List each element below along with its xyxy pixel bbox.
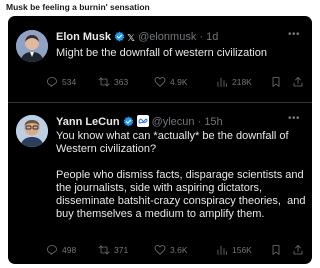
like-icon (154, 77, 166, 87)
reply-count: 498 (62, 245, 77, 255)
reply-count: 534 (62, 77, 77, 87)
reply-button[interactable]: 534 (46, 75, 76, 89)
avatar[interactable] (16, 115, 48, 147)
like-button[interactable]: 4.9K (154, 75, 188, 89)
more-icon[interactable]: ••• (288, 29, 300, 40)
avatar-image (16, 115, 48, 147)
view-count: 156K (232, 245, 252, 255)
author-name[interactable]: Yann LeCun (56, 116, 120, 128)
view-count: 218K (232, 77, 252, 87)
avatar[interactable] (16, 30, 48, 62)
avatar-image (16, 30, 48, 62)
more-icon[interactable]: ••• (288, 113, 300, 124)
tweet-actions: 534 363 4.9K 218K (44, 75, 308, 89)
bookmark-button[interactable] (270, 243, 286, 257)
reply-button[interactable]: 498 (46, 243, 76, 257)
author-name[interactable]: Elon Musk (56, 31, 111, 43)
views-icon (217, 245, 227, 255)
retweet-button[interactable]: 371 (98, 243, 128, 257)
author-handle[interactable]: @ylecun (152, 116, 195, 128)
x-logo-icon: 𝕏 (127, 33, 136, 44)
post-title: Musk be feeling a burnin' sensation (6, 2, 150, 12)
reply-icon (47, 245, 57, 255)
share-icon (293, 77, 303, 87)
like-button[interactable]: 3.6K (154, 243, 188, 257)
tweet-elon[interactable]: Elon Musk 𝕏 @elonmusk · 1d ••• Might be th… (8, 16, 312, 102)
share-icon (293, 245, 303, 255)
verified-badge-icon (114, 31, 125, 46)
tweet-actions: 498 371 3.6K 156K (44, 243, 308, 257)
verified-badge-icon (123, 116, 134, 131)
dot-separator: · (196, 31, 207, 43)
bookmark-icon (272, 77, 280, 87)
timestamp[interactable]: 15h (204, 116, 222, 128)
share-button[interactable] (292, 75, 308, 89)
screenshot-card: Elon Musk 𝕏 @elonmusk · 1d ••• Might be th… (8, 16, 312, 264)
tweet-text: Might be the downfall of western civiliz… (56, 47, 267, 59)
dot-separator: · (194, 116, 205, 128)
retweet-count: 371 (114, 245, 129, 255)
bookmark-icon (272, 245, 280, 255)
tweet-lecun[interactable]: Yann LeCun @ylecun · 15h ••• You know wha… (8, 103, 312, 264)
like-count: 3.6K (170, 245, 188, 255)
retweet-icon (98, 245, 110, 255)
meta-logo-icon (136, 115, 149, 131)
reply-icon (47, 77, 57, 87)
like-count: 4.9K (170, 77, 188, 87)
tweet-header: Elon Musk 𝕏 @elonmusk · 1d (56, 31, 218, 46)
bookmark-button[interactable] (270, 75, 286, 89)
views-button[interactable]: 218K (216, 75, 252, 89)
views-button[interactable]: 156K (216, 243, 252, 257)
tweet-text: You know what can *actually* be the down… (56, 130, 306, 220)
timestamp[interactable]: 1d (206, 31, 218, 43)
retweet-button[interactable]: 363 (98, 75, 128, 89)
views-icon (217, 77, 227, 87)
tweet-header: Yann LeCun @ylecun · 15h (56, 115, 223, 131)
retweet-icon (98, 77, 110, 87)
like-icon (154, 245, 166, 255)
author-handle[interactable]: @elonmusk (138, 31, 196, 43)
share-button[interactable] (292, 243, 308, 257)
retweet-count: 363 (114, 77, 129, 87)
